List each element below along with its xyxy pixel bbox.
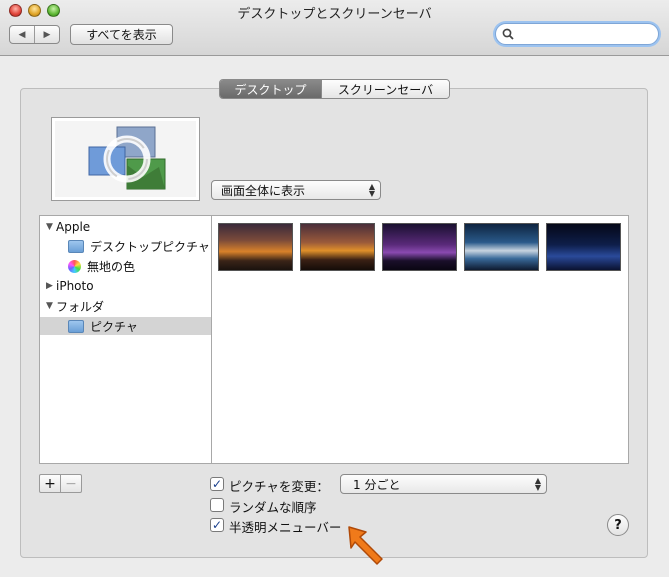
- tab-screensaver[interactable]: スクリーンセーバ: [321, 80, 449, 98]
- color-wheel-icon: [68, 259, 81, 273]
- thumbnail-wing-clouds[interactable]: [464, 223, 539, 271]
- search-field[interactable]: [495, 23, 659, 45]
- search-icon: [502, 28, 514, 40]
- random-order-checkbox[interactable]: [210, 498, 224, 512]
- add-folder-button[interactable]: +: [40, 475, 60, 492]
- thumbnail-sunset-2[interactable]: [300, 223, 375, 271]
- thumbnail-night-sky[interactable]: [546, 223, 621, 271]
- sidebar-item-label: ピクチャ: [90, 319, 138, 334]
- sidebar-group-apple[interactable]: ▼ Apple: [46, 218, 217, 236]
- disclosure-open-icon: ▼: [46, 301, 53, 311]
- nav-buttons: ◀ ▶: [9, 25, 60, 44]
- translucent-menubar-checkbox[interactable]: ✓: [210, 518, 224, 532]
- forward-button[interactable]: ▶: [34, 26, 59, 43]
- updown-arrows-icon: ▲ ▼: [534, 476, 541, 492]
- folder-icon: [68, 239, 84, 253]
- sidebar-group-iphoto[interactable]: ▶ iPhoto: [46, 277, 217, 295]
- change-picture-label: ピクチャを変更：: [229, 479, 329, 494]
- sidebar-item-label: デスクトップピクチャ: [90, 239, 210, 254]
- back-button[interactable]: ◀: [10, 26, 34, 43]
- tab-bar: デスクトップ スクリーンセーバ: [219, 79, 450, 99]
- disclosure-closed-icon: ▶: [46, 281, 53, 291]
- interval-value: 1 分ごと: [353, 477, 401, 492]
- title-bar: デスクトップとスクリーンセーバ ◀ ▶ すべてを表示: [0, 0, 669, 56]
- window-title: デスクトップとスクリーンセーバ: [237, 7, 432, 22]
- sidebar-item-label: フォルダ: [56, 299, 105, 314]
- remove-folder-button[interactable]: −: [60, 475, 81, 492]
- tab-desktop[interactable]: デスクトップ: [220, 80, 321, 98]
- folder-icon: [68, 319, 84, 333]
- disclosure-open-icon: ▼: [46, 222, 53, 232]
- source-list: ▼ Apple デスクトップピクチャ 無地の色 ▶ iPhoto ▼ フォルダ …: [39, 215, 212, 464]
- interval-select[interactable]: 1 分ごと ▲ ▼: [340, 474, 547, 494]
- sidebar-item-pictures[interactable]: ピクチャ: [40, 317, 211, 335]
- rotating-pictures-icon: [88, 126, 166, 190]
- change-picture-checkbox[interactable]: ✓: [210, 477, 224, 491]
- picture-grid: [211, 215, 629, 464]
- wallpaper-preview: [51, 117, 200, 201]
- thumbnail-sunset-1[interactable]: [218, 223, 293, 271]
- sidebar-item-label: Apple: [56, 220, 91, 234]
- show-all-button[interactable]: すべてを表示: [70, 24, 173, 45]
- add-remove-buttons: + −: [39, 474, 82, 493]
- thumbnail-purple-dusk[interactable]: [382, 223, 457, 271]
- search-input[interactable]: [520, 26, 650, 42]
- updown-arrows-icon: ▲ ▼: [368, 182, 375, 198]
- translucent-menubar-label: 半透明メニューバー: [229, 520, 342, 535]
- sidebar-item-label: iPhoto: [56, 279, 94, 293]
- sidebar-group-folders[interactable]: ▼ フォルダ: [46, 297, 217, 315]
- random-order-label: ランダムな順序: [229, 500, 317, 515]
- fill-mode-select[interactable]: 画面全体に表示 ▲ ▼: [211, 180, 381, 200]
- help-button[interactable]: ?: [607, 514, 629, 536]
- fill-mode-value: 画面全体に表示: [221, 183, 306, 198]
- pointer-arrow-icon: [348, 526, 383, 565]
- sidebar-item-label: 無地の色: [87, 259, 136, 274]
